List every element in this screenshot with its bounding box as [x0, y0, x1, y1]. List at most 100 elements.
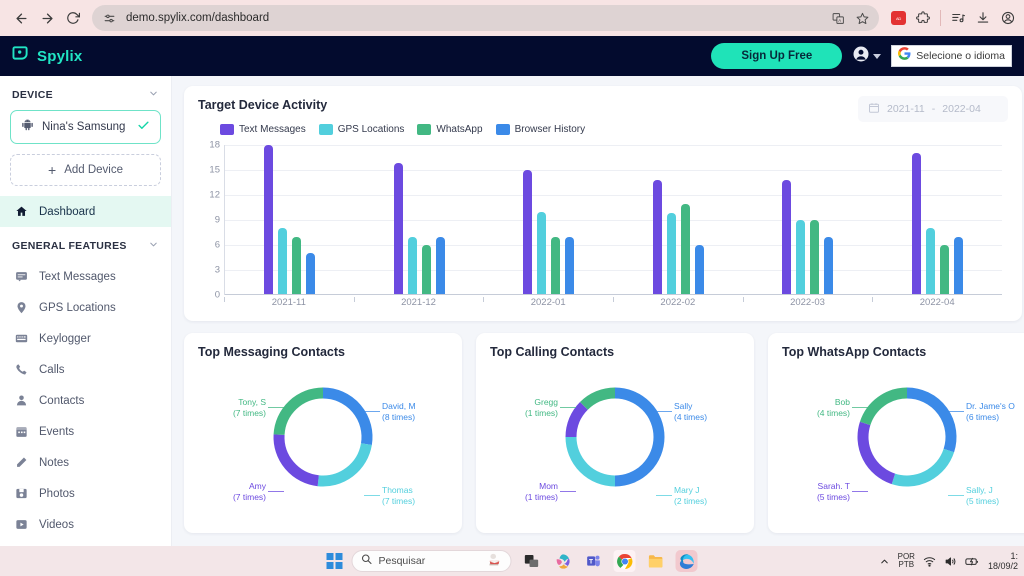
home-icon	[14, 205, 28, 219]
bar[interactable]	[912, 153, 921, 294]
donut-slice[interactable]	[893, 451, 948, 481]
donut-slice[interactable]	[615, 393, 659, 481]
donut-slice[interactable]	[571, 437, 615, 481]
bar[interactable]	[422, 245, 431, 294]
bar[interactable]	[695, 245, 704, 294]
bar[interactable]	[278, 228, 287, 294]
bar[interactable]	[940, 245, 949, 294]
profile-icon[interactable]	[1000, 10, 1016, 26]
chevron-down-icon	[148, 88, 159, 102]
bar[interactable]	[653, 180, 662, 294]
download-icon[interactable]	[975, 10, 991, 26]
forward-arrow-icon[interactable]	[34, 5, 60, 31]
sidebar-item-dashboard[interactable]: Dashboard	[0, 196, 171, 227]
donut-slice-label: Sally, J(5 times)	[966, 485, 999, 506]
bar[interactable]	[551, 237, 560, 295]
add-device-button[interactable]: + Add Device	[10, 154, 161, 186]
features-section-header[interactable]: GENERAL FEATURES	[0, 227, 171, 261]
bar[interactable]	[537, 212, 546, 295]
file-explorer-icon[interactable]	[645, 550, 667, 572]
phone-icon	[14, 363, 28, 377]
bar[interactable]	[796, 220, 805, 294]
battery-icon[interactable]	[965, 555, 980, 568]
donut-slice[interactable]	[584, 393, 615, 406]
adblock-extension-icon[interactable]: AD	[891, 11, 906, 25]
bar[interactable]	[408, 237, 417, 295]
donut-label-count: (7 times)	[233, 408, 266, 419]
y-axis-tick-label: 6	[215, 240, 220, 251]
reading-list-icon[interactable]	[950, 10, 966, 26]
donut-ring	[261, 375, 385, 499]
date-range-picker[interactable]: 2021-11 - 2022-04	[858, 96, 1008, 122]
donut-slice[interactable]	[318, 444, 366, 481]
bar[interactable]	[394, 163, 403, 294]
bar[interactable]	[436, 237, 445, 295]
donut-label-name: Bob	[817, 397, 850, 408]
chrome-icon[interactable]	[614, 550, 636, 572]
bar[interactable]	[264, 145, 273, 294]
sidebar-item-contacts[interactable]: Contacts	[0, 385, 171, 416]
bar[interactable]	[523, 170, 532, 294]
windows-start-icon[interactable]	[327, 553, 343, 569]
reload-icon[interactable]	[60, 5, 86, 31]
sidebar-item-keylogger[interactable]: Keylogger	[0, 323, 171, 354]
clock[interactable]: 1: 18/09/2	[988, 551, 1018, 572]
sidebar-item-text-messages[interactable]: Text Messages	[0, 261, 171, 292]
chevron-up-icon[interactable]	[879, 556, 890, 567]
site-settings-icon[interactable]	[100, 9, 118, 27]
bar[interactable]	[782, 180, 791, 294]
brand-logo[interactable]: Spylix	[12, 46, 82, 66]
donut-label-name: Sarah. T	[817, 481, 850, 492]
address-bar[interactable]: demo.spylix.com/dashboard A	[92, 5, 879, 31]
sidebar-item-photos[interactable]: Photos	[0, 478, 171, 509]
bar[interactable]	[954, 237, 963, 295]
volume-icon[interactable]	[944, 555, 957, 568]
bookmark-star-icon[interactable]	[853, 9, 871, 27]
account-menu[interactable]	[852, 45, 881, 68]
x-axis-tickmark	[743, 297, 744, 302]
copilot-icon[interactable]	[552, 550, 574, 572]
donut-slice[interactable]	[865, 393, 907, 423]
device-item-ninas-samsung[interactable]: Nina's Samsung	[10, 110, 161, 144]
bar[interactable]	[810, 220, 819, 294]
donut-label-name: Mary J	[674, 485, 707, 496]
sidebar-item-calls[interactable]: Calls	[0, 354, 171, 385]
bar[interactable]	[306, 253, 315, 294]
language-selector[interactable]: Selecione o idioma	[891, 45, 1012, 67]
donut-slice[interactable]	[907, 393, 951, 451]
plot-area	[224, 145, 1002, 295]
back-arrow-icon[interactable]	[8, 5, 34, 31]
android-robot-icon	[21, 118, 34, 136]
wifi-icon[interactable]	[923, 555, 936, 568]
bar[interactable]	[681, 204, 690, 294]
sidebar-item-videos[interactable]: Videos	[0, 509, 171, 540]
bar[interactable]	[292, 237, 301, 295]
translate-icon[interactable]: A	[829, 9, 847, 27]
teams-icon[interactable]: T	[583, 550, 605, 572]
donut-slice[interactable]	[279, 435, 318, 481]
bar[interactable]	[926, 228, 935, 294]
sidebar-item-label: Calls	[39, 364, 65, 376]
sidebar-item-notes[interactable]: Notes	[0, 447, 171, 478]
edge-icon[interactable]	[676, 550, 698, 572]
device-section-header[interactable]: DEVICE	[0, 76, 171, 110]
sidebar-item-gps-locations[interactable]: GPS Locations	[0, 292, 171, 323]
sign-up-free-button[interactable]: Sign Up Free	[711, 43, 842, 69]
donut-slice[interactable]	[571, 406, 584, 437]
legend-item[interactable]: GPS Locations	[319, 124, 405, 135]
legend-item[interactable]: Browser History	[496, 124, 586, 135]
extensions-puzzle-icon[interactable]	[915, 10, 931, 26]
sidebar-item-events[interactable]: Events	[0, 416, 171, 447]
task-view-icon[interactable]	[521, 550, 543, 572]
bar[interactable]	[824, 237, 833, 295]
donut-slice[interactable]	[323, 393, 367, 444]
donut-slice[interactable]	[863, 423, 893, 478]
language-indicator[interactable]: POR PTB	[898, 553, 915, 570]
legend-item[interactable]: WhatsApp	[417, 124, 482, 135]
bar[interactable]	[667, 213, 676, 294]
donut-slice[interactable]	[279, 393, 323, 435]
bar[interactable]	[565, 237, 574, 295]
taskbar-search-input[interactable]: Pesquisar	[352, 550, 512, 572]
plus-icon: +	[48, 163, 56, 177]
legend-item[interactable]: Text Messages	[220, 124, 306, 135]
